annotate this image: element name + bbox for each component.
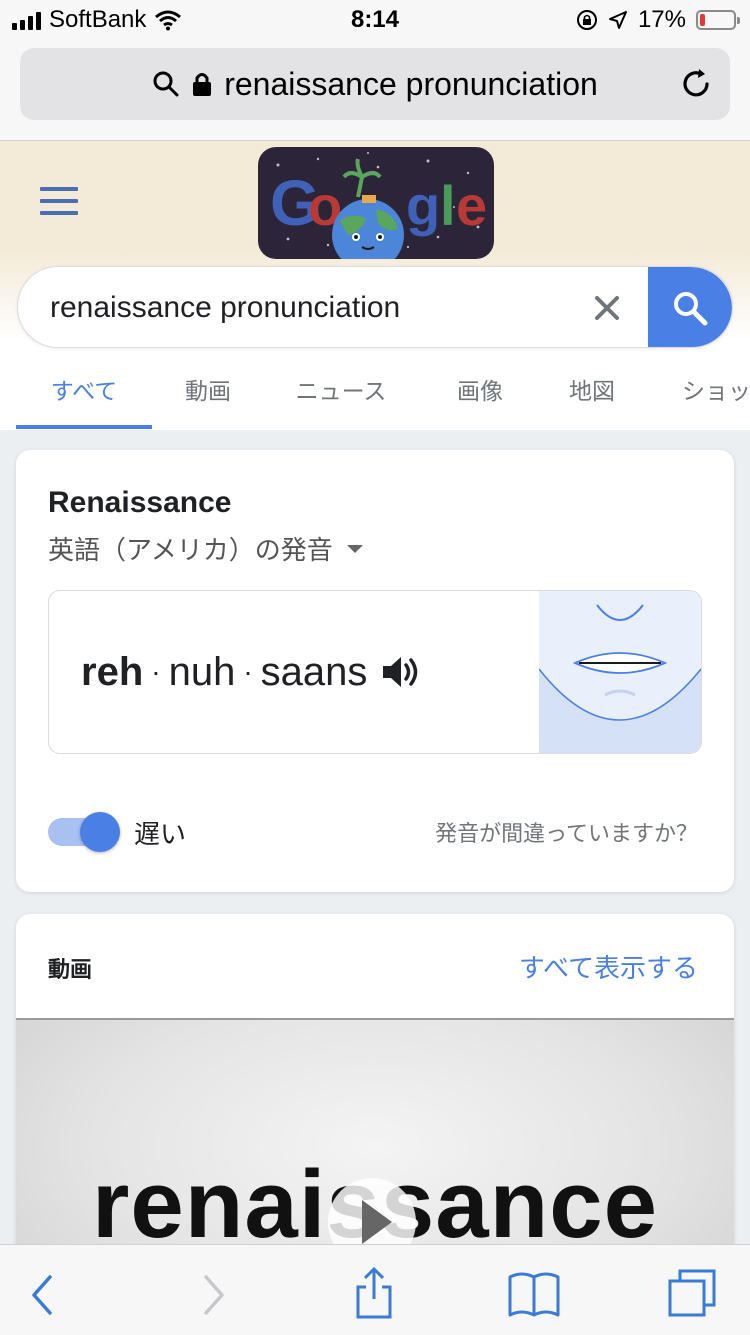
syllable-separator: · [243, 656, 253, 687]
pronunciation-box: reh · nuh · saans [48, 590, 702, 754]
location-icon [608, 11, 627, 29]
chevron-down-icon [346, 544, 363, 553]
tab-shopping[interactable]: ショッ [664, 363, 750, 429]
tabs-icon[interactable] [666, 1265, 722, 1321]
orientation-lock-icon [576, 10, 597, 30]
tab-news[interactable]: ニュース [276, 363, 406, 429]
svg-text:g: g [406, 174, 440, 237]
address-content[interactable]: renaissance pronunciation [20, 48, 730, 120]
pronunciation-card: Renaissance 英語（アメリカ）の発音 reh · nuh · saan… [16, 450, 734, 892]
battery-icon [696, 10, 740, 30]
search-icon [153, 71, 179, 97]
search-tabs: すべて 動画 ニュース 画像 地図 ショッ [0, 363, 750, 429]
syllable-3: saans [260, 649, 368, 694]
show-all-link[interactable]: すべて表示する [519, 948, 698, 985]
status-right: 17% [576, 6, 740, 34]
svg-text:l: l [440, 174, 456, 237]
share-icon[interactable] [346, 1265, 402, 1321]
tab-all[interactable]: すべて [16, 363, 152, 429]
slow-label: 遅い [134, 819, 187, 849]
safari-address-area: renaissance pronunciation [0, 40, 750, 141]
google-header: G o g l e renaissance pronunciation すべて … [0, 141, 750, 430]
phonetic-spelling: reh · nuh · saans [81, 591, 423, 753]
syllable-stressed: reh [81, 649, 144, 694]
battery-percent: 17% [637, 6, 686, 33]
svg-text:e: e [456, 174, 487, 237]
google-doodle[interactable]: G o g l e [258, 147, 494, 259]
feedback-link[interactable]: 発音が間違っていますか？ [435, 816, 698, 848]
back-icon[interactable] [16, 1265, 72, 1321]
tab-images[interactable]: 画像 [432, 363, 528, 429]
clear-icon[interactable] [590, 291, 624, 325]
lock-icon [193, 73, 212, 96]
reload-icon[interactable] [678, 66, 714, 102]
menu-icon[interactable] [40, 187, 78, 215]
search-button[interactable] [648, 267, 732, 347]
mouth-animation [539, 591, 701, 753]
tab-maps[interactable]: 地図 [544, 363, 640, 429]
status-bar: SoftBank 8:14 17% [0, 0, 750, 40]
syllable-separator: · [151, 656, 161, 687]
dialect-selector[interactable]: 英語（アメリカ）の発音 [48, 530, 363, 567]
forward-icon[interactable] [184, 1265, 240, 1321]
word-title: Renaissance [48, 486, 232, 519]
url-text: renaissance pronunciation [224, 65, 598, 102]
safari-toolbar [0, 1244, 750, 1335]
tab-videos[interactable]: 動画 [160, 363, 256, 429]
syllable-2: nuh [168, 649, 236, 694]
search-icon [674, 292, 708, 326]
search-query[interactable]: renaissance pronunciation [50, 267, 400, 347]
address-bar[interactable]: renaissance pronunciation [20, 48, 730, 120]
search-box[interactable]: renaissance pronunciation [17, 266, 733, 348]
slow-toggle[interactable] [48, 810, 120, 854]
videos-heading: 動画 [48, 957, 93, 982]
dialect-label: 英語（アメリカ）の発音 [48, 535, 333, 565]
speaker-icon[interactable] [379, 652, 423, 692]
bookmarks-icon[interactable] [506, 1265, 562, 1321]
